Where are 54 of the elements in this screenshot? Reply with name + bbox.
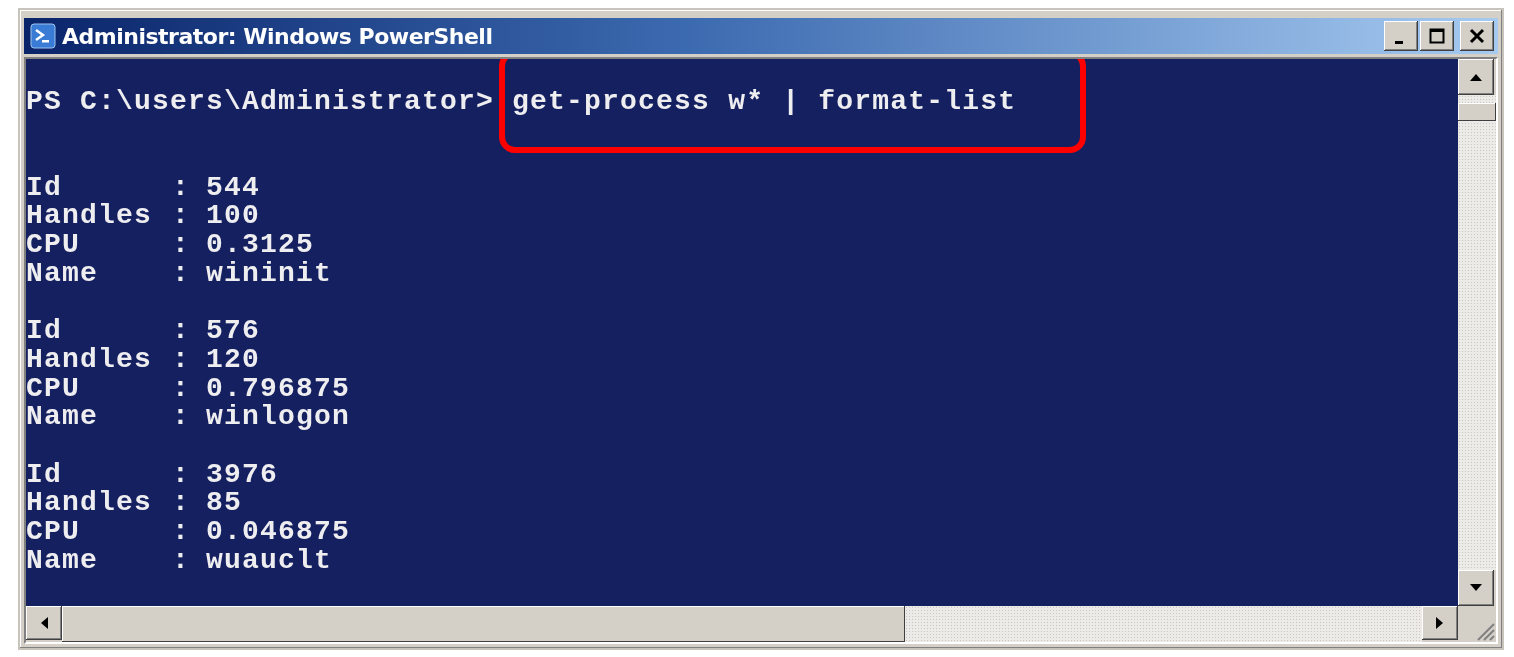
colon-separator: : bbox=[172, 173, 191, 203]
field-label: Id bbox=[26, 460, 63, 490]
colon-separator: : bbox=[172, 231, 191, 260]
field-label: CPU bbox=[26, 518, 81, 547]
scroll-right-button[interactable] bbox=[1422, 606, 1458, 640]
colon-separator: : bbox=[172, 345, 191, 375]
field-label: Id bbox=[26, 173, 63, 203]
colon-separator: : bbox=[172, 489, 191, 518]
scrollbar-thumb[interactable] bbox=[62, 606, 906, 642]
field-value: 0.046875 bbox=[206, 516, 351, 547]
minimize-icon bbox=[1395, 40, 1403, 44]
field-label: Handles bbox=[26, 345, 154, 375]
field-label: Handles bbox=[26, 202, 154, 232]
up-triangle-icon bbox=[1469, 72, 1483, 82]
scroll-down-button[interactable] bbox=[1458, 570, 1494, 606]
field-value: 3976 bbox=[206, 458, 278, 490]
field-label: Name bbox=[26, 546, 99, 576]
scroll-left-button[interactable] bbox=[26, 606, 62, 640]
left-triangle-icon bbox=[39, 616, 49, 630]
close-button[interactable] bbox=[1460, 21, 1494, 51]
field-label: CPU bbox=[26, 374, 81, 404]
close-icon bbox=[1469, 28, 1485, 44]
minimize-button[interactable] bbox=[1384, 21, 1418, 51]
colon-separator: : bbox=[172, 546, 191, 576]
window-title: Administrator: Windows PowerShell bbox=[62, 23, 494, 49]
colon-separator: : bbox=[172, 259, 191, 289]
colon-separator: : bbox=[172, 374, 191, 404]
colon-separator: : bbox=[172, 202, 191, 232]
powershell-icon bbox=[30, 23, 56, 49]
right-triangle-icon bbox=[1435, 616, 1445, 630]
command-text: get-process w* | format-list bbox=[512, 85, 1017, 117]
vertical-scrollbar[interactable] bbox=[1458, 59, 1496, 606]
down-triangle-icon bbox=[1469, 583, 1483, 593]
field-value: winlogon bbox=[206, 401, 351, 433]
maximize-button[interactable] bbox=[1420, 21, 1454, 51]
field-value: 544 bbox=[206, 171, 260, 203]
field-label: Id bbox=[26, 317, 63, 346]
colon-separator: : bbox=[172, 460, 191, 490]
prompt-text: PS C:\users\Administrator> bbox=[26, 85, 495, 117]
field-label: CPU bbox=[26, 231, 81, 260]
field-label: Name bbox=[26, 403, 99, 432]
horizontal-scrollbar[interactable] bbox=[26, 606, 1458, 642]
colon-separator: : bbox=[172, 317, 191, 346]
field-label: Name bbox=[26, 259, 99, 289]
field-value: 0.796875 bbox=[206, 372, 351, 404]
field-value: wuauclt bbox=[206, 544, 333, 576]
colon-separator: : bbox=[172, 518, 191, 547]
scroll-up-button[interactable] bbox=[1458, 59, 1494, 95]
field-value: 100 bbox=[206, 200, 260, 232]
scrollbar-thumb[interactable] bbox=[1458, 103, 1496, 121]
maximize-icon bbox=[1429, 28, 1445, 44]
colon-separator: : bbox=[172, 403, 191, 432]
field-label: Handles bbox=[26, 489, 154, 518]
field-value: 85 bbox=[206, 487, 242, 519]
